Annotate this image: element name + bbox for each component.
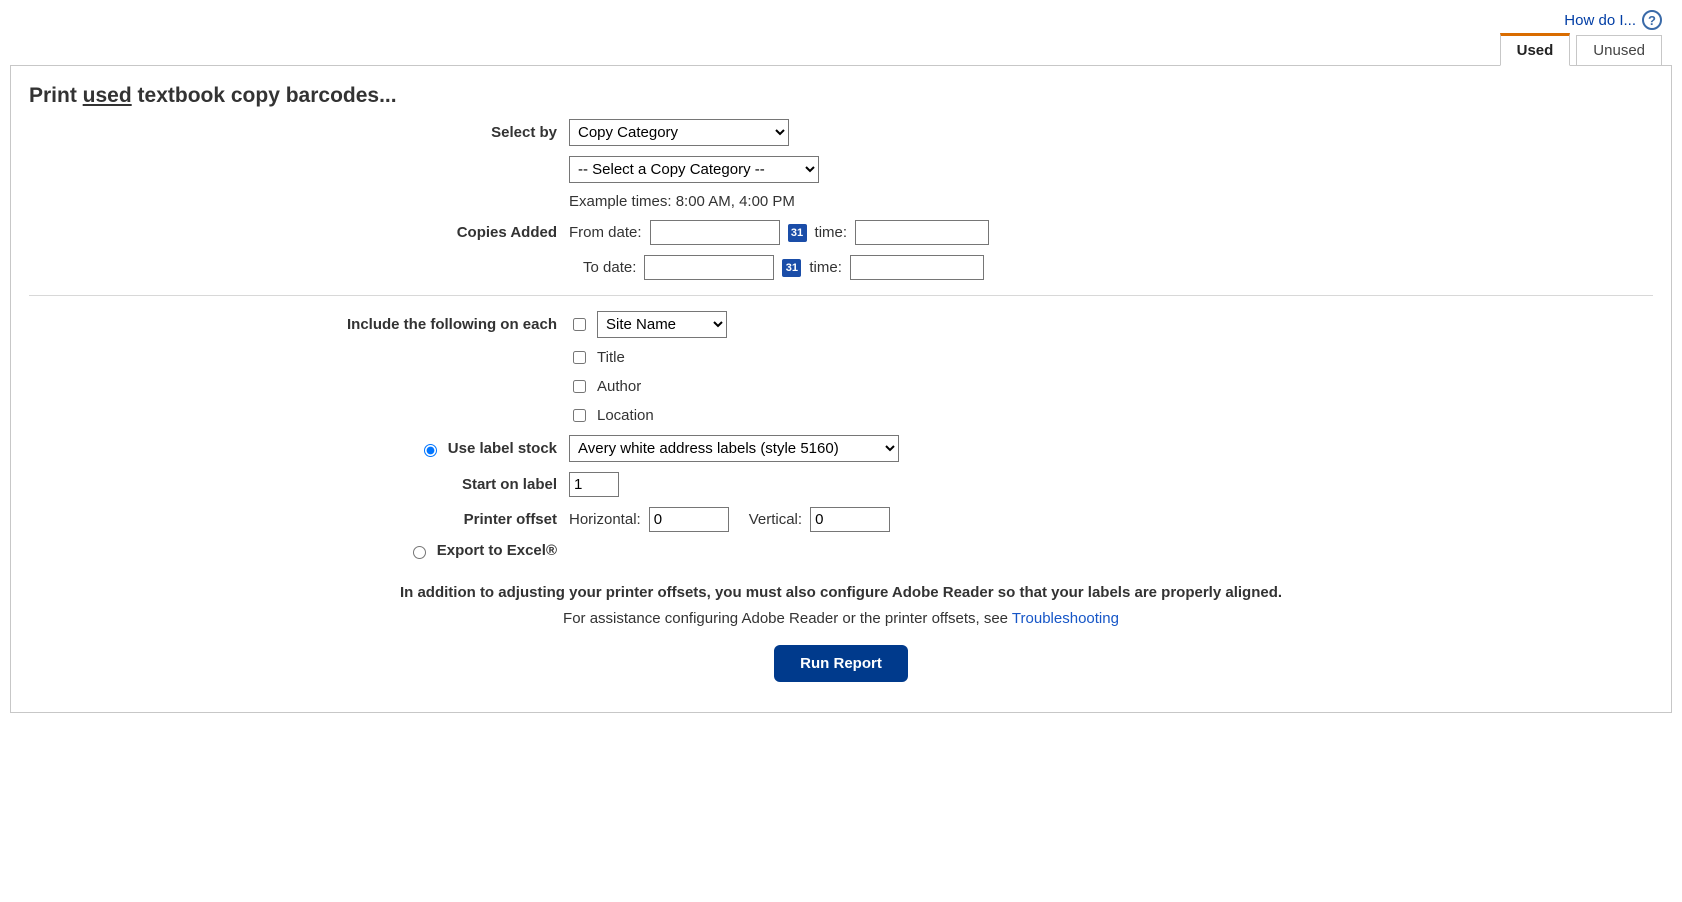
- label-to-date: To date:: [583, 259, 636, 276]
- label-horizontal: Horizontal:: [569, 511, 641, 528]
- export-excel-radio[interactable]: [413, 546, 426, 559]
- run-report-button[interactable]: Run Report: [774, 645, 908, 682]
- label-from-date: From date:: [569, 224, 642, 241]
- include-location-checkbox[interactable]: [573, 409, 586, 422]
- label-printer-offset: Printer offset: [29, 511, 569, 528]
- tab-unused[interactable]: Unused: [1576, 35, 1662, 66]
- label-include-each: Include the following on each: [29, 316, 569, 333]
- include-author-checkbox[interactable]: [573, 380, 586, 393]
- calendar-icon[interactable]: 31: [782, 259, 801, 277]
- horizontal-offset-input[interactable]: [649, 507, 729, 532]
- title-underlined: used: [83, 84, 132, 107]
- label-select-by: Select by: [29, 124, 569, 141]
- main-panel: Print used textbook copy barcodes... Sel…: [10, 65, 1672, 713]
- troubleshooting-link[interactable]: Troubleshooting: [1012, 610, 1119, 627]
- copy-category-dropdown[interactable]: -- Select a Copy Category --: [569, 156, 819, 183]
- include-sitename-checkbox[interactable]: [573, 318, 586, 331]
- to-time-input[interactable]: [850, 255, 984, 280]
- vertical-offset-input[interactable]: [810, 507, 890, 532]
- note-bold: In addition to adjusting your printer of…: [29, 580, 1653, 606]
- calendar-icon[interactable]: 31: [788, 224, 807, 242]
- label-location-cb: Location: [597, 407, 654, 424]
- from-time-input[interactable]: [855, 220, 989, 245]
- label-use-label-stock: Use label stock: [448, 440, 557, 457]
- label-export-excel: Export to Excel®: [437, 542, 557, 559]
- label-author-cb: Author: [597, 378, 641, 395]
- divider: [29, 295, 1653, 296]
- label-copies-added: Copies Added: [29, 224, 569, 241]
- label-from-time: time:: [815, 224, 848, 241]
- label-title-cb: Title: [597, 349, 625, 366]
- start-label-input[interactable]: [569, 472, 619, 497]
- tab-used[interactable]: Used: [1500, 33, 1571, 66]
- page-title: Print used textbook copy barcodes...: [29, 84, 1653, 108]
- help-link[interactable]: How do I...: [1564, 12, 1636, 29]
- label-start-on-label: Start on label: [29, 476, 569, 493]
- example-times-text: Example times: 8:00 AM, 4:00 PM: [569, 193, 795, 210]
- use-label-stock-radio[interactable]: [424, 444, 437, 457]
- help-icon[interactable]: ?: [1642, 10, 1662, 30]
- label-to-time: time:: [809, 259, 842, 276]
- label-vertical: Vertical:: [749, 511, 802, 528]
- note-plain: For assistance configuring Adobe Reader …: [563, 610, 1012, 627]
- title-prefix: Print: [29, 84, 83, 107]
- title-suffix: textbook copy barcodes...: [132, 84, 397, 107]
- from-date-input[interactable]: [650, 220, 780, 245]
- to-date-input[interactable]: [644, 255, 774, 280]
- include-title-checkbox[interactable]: [573, 351, 586, 364]
- label-stock-dropdown[interactable]: Avery white address labels (style 5160): [569, 435, 899, 462]
- select-by-dropdown[interactable]: Copy Category: [569, 119, 789, 146]
- site-name-dropdown[interactable]: Site Name: [597, 311, 727, 338]
